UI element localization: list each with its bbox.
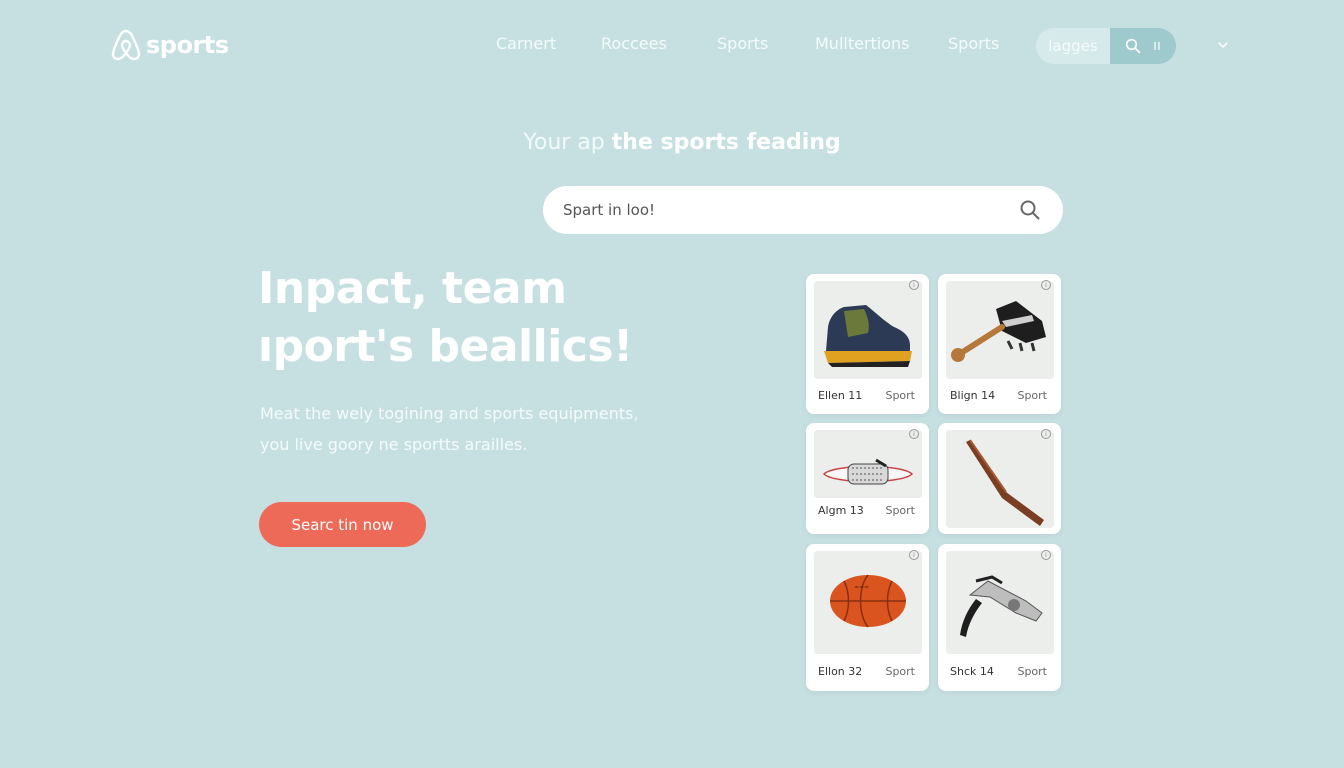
product-tag: Sport — [885, 389, 915, 402]
info-icon[interactable]: i — [909, 280, 919, 290]
hiking-shoe-image — [814, 281, 922, 379]
hero-title: Inpact, team ıport's beallics! — [258, 260, 678, 376]
hero-subtitle-line-2: you live goory ne sportts arailles. — [260, 435, 528, 454]
languages-button[interactable]: lagges — [1036, 28, 1110, 64]
search-input[interactable] — [563, 201, 983, 219]
product-card[interactable]: i Ellen 11 Sport — [806, 274, 929, 414]
product-card[interactable]: i — [938, 423, 1061, 534]
product-card[interactable]: i Shck 14 Sport — [938, 544, 1061, 691]
product-tag: Sport — [885, 665, 915, 678]
hero-title-line-2: ıport's beallics! — [258, 321, 633, 372]
nav-pill: lagges ıı — [1036, 28, 1176, 64]
tagline-bold: the sports feading — [611, 130, 841, 155]
product-tag: Sport — [1017, 665, 1047, 678]
product-name: Blign 14 — [950, 389, 996, 402]
cleat-shoe-image — [946, 281, 1054, 379]
search-bar — [543, 186, 1063, 234]
skateboard-image — [814, 430, 922, 498]
info-icon[interactable]: i — [909, 429, 919, 439]
nav-item-mulltertions[interactable]: Mulltertions — [815, 34, 910, 53]
product-card[interactable]: ≈≈≈ i Ellon 32 Sport — [806, 544, 929, 691]
svg-text:≈≈≈: ≈≈≈ — [854, 584, 869, 591]
product-card[interactable]: i Blign 14 Sport — [938, 274, 1061, 414]
hockey-stick-image — [946, 430, 1054, 528]
tagline-light: Your ap — [523, 130, 612, 155]
info-icon[interactable]: i — [1041, 280, 1051, 290]
search-now-button[interactable]: Searc tin now — [259, 502, 426, 547]
menu-icon[interactable]: ıı — [1153, 38, 1161, 54]
product-card[interactable]: i Algm 13 Sport — [806, 423, 929, 534]
product-tag: Sport — [885, 504, 915, 517]
search-icon[interactable] — [1125, 38, 1141, 54]
hero-subtitle: Meat the wely togining and sports equipm… — [260, 398, 660, 460]
nav-item-roccees[interactable]: Roccees — [601, 34, 667, 53]
football-image: ≈≈≈ — [814, 551, 922, 654]
product-name: Algm 13 — [818, 504, 864, 517]
nav-item-sports[interactable]: Sports — [717, 34, 768, 53]
pill-actions[interactable]: ıı — [1110, 28, 1176, 64]
hero-subtitle-line-1: Meat the wely togining and sports equipm… — [260, 404, 639, 423]
bike-part-image — [946, 551, 1054, 654]
nav-item-carnert[interactable]: Carnert — [496, 34, 556, 53]
search-icon[interactable] — [1019, 199, 1041, 221]
product-name: Shck 14 — [950, 665, 994, 678]
product-tag: Sport — [1017, 389, 1047, 402]
hero-title-line-1: Inpact, team — [258, 263, 567, 314]
nav-item-sports-2[interactable]: Sports — [948, 34, 999, 53]
tagline: Your ap the sports feading — [0, 130, 1344, 155]
info-icon[interactable]: i — [1041, 550, 1051, 560]
info-icon[interactable]: i — [909, 550, 919, 560]
chevron-down-icon[interactable] — [1216, 38, 1230, 52]
product-name: Ellen 11 — [818, 389, 863, 402]
product-name: Ellon 32 — [818, 665, 863, 678]
info-icon[interactable]: i — [1041, 429, 1051, 439]
